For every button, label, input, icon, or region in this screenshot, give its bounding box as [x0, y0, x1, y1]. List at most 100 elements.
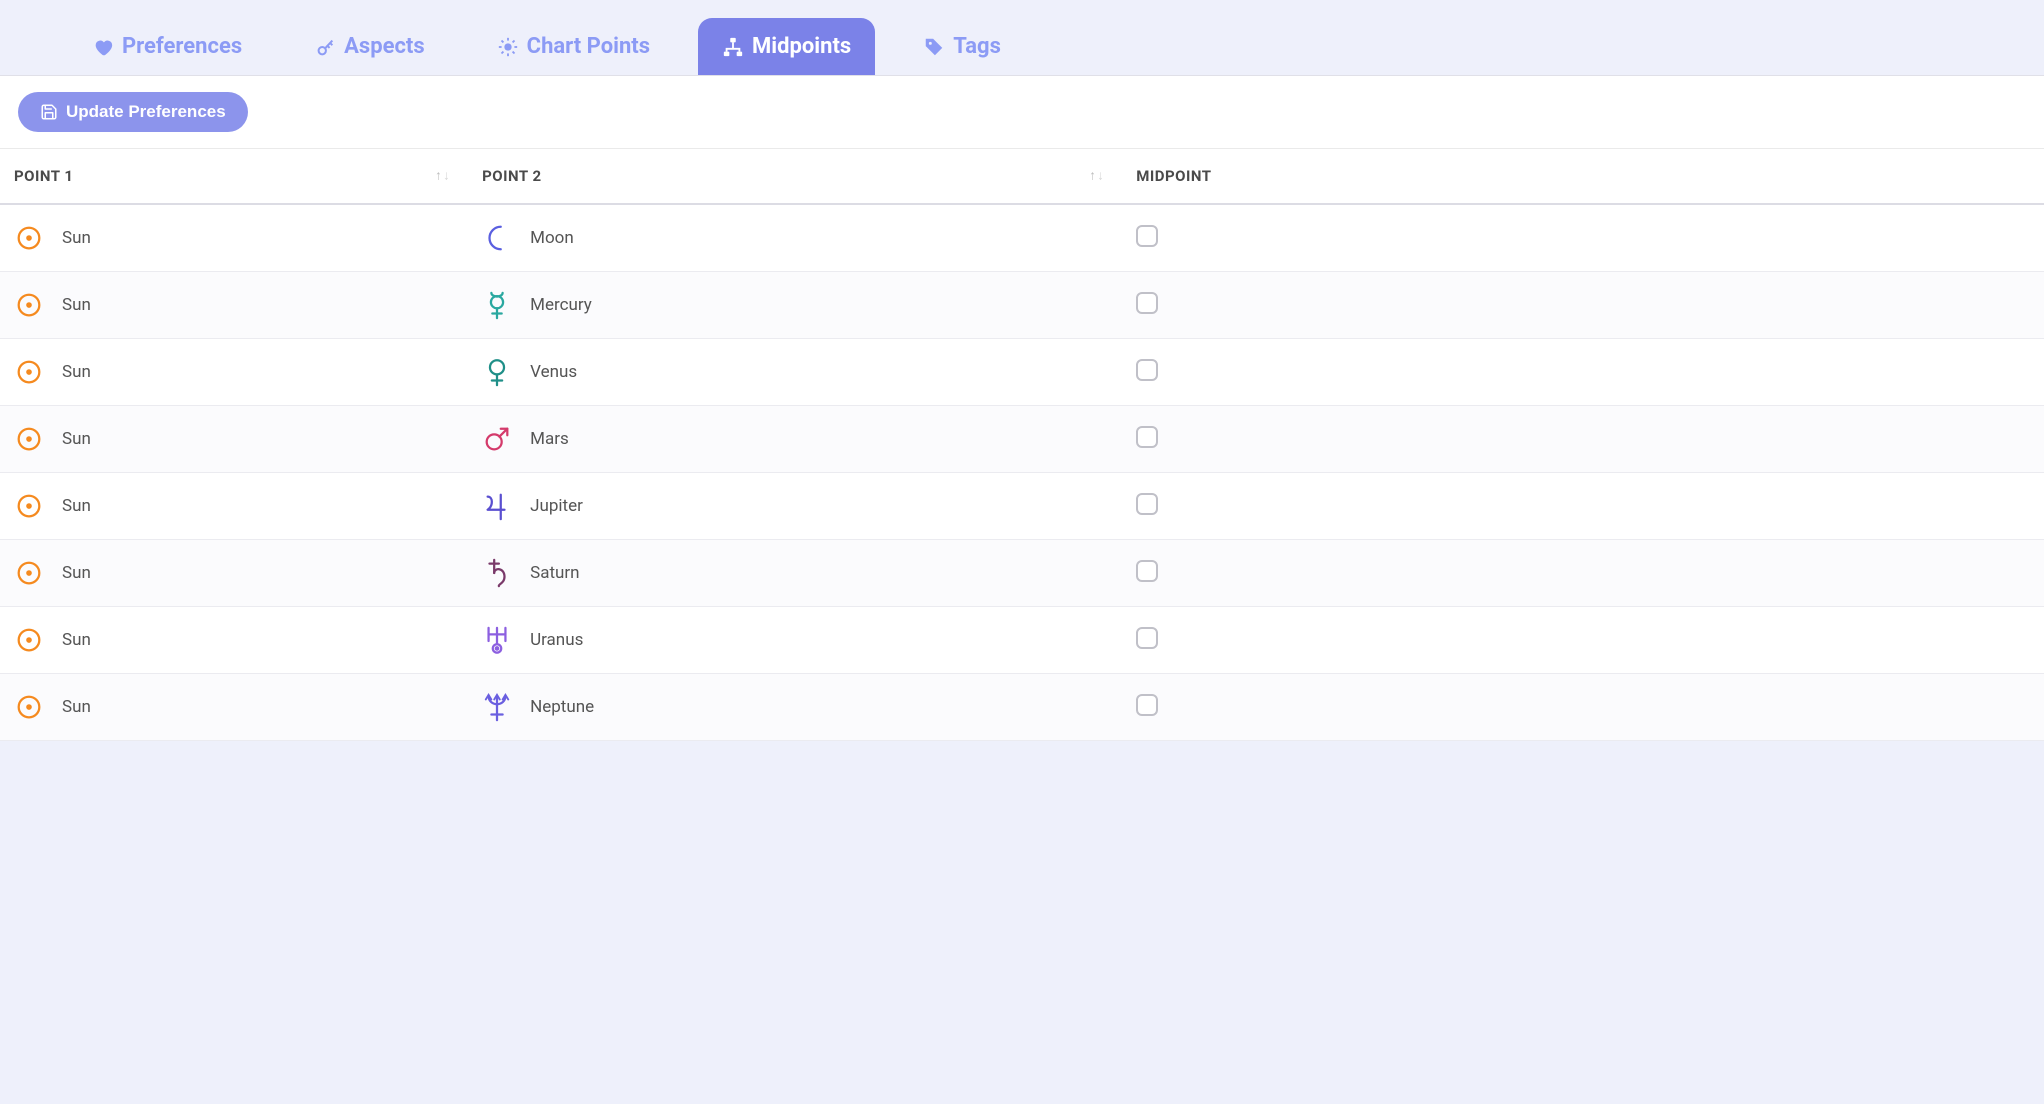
compass-icon — [314, 36, 336, 58]
midpoint-checkbox[interactable] — [1136, 426, 1158, 448]
cell-point2: Mercury — [470, 272, 1124, 339]
cell-point1: Sun — [0, 204, 470, 272]
sun-icon — [14, 223, 44, 253]
content-area: Update Preferences Point 1 ↑↓ Point 2 ↑↓… — [0, 76, 2044, 741]
table-row: Sun Jupiter — [0, 473, 2044, 540]
column-header-point1-label: Point 1 — [14, 167, 74, 185]
tab-label: Chart Points — [527, 34, 650, 59]
tabs-container: Preferences Aspects Chart Points Midpoints T… — [0, 0, 2044, 76]
table-row: Sun Venus — [0, 339, 2044, 406]
cell-point2: Saturn — [470, 540, 1124, 607]
tab-chart-points[interactable]: Chart Points — [473, 18, 674, 75]
cell-midpoint — [1124, 272, 2044, 339]
point2-label: Moon — [530, 228, 574, 248]
tabs: Preferences Aspects Chart Points Midpoints T… — [0, 18, 2044, 75]
cell-point1: Sun — [0, 272, 470, 339]
cell-midpoint — [1124, 473, 2044, 540]
jupiter-icon — [482, 491, 512, 521]
midpoint-checkbox[interactable] — [1136, 694, 1158, 716]
sun-icon — [14, 424, 44, 454]
cell-midpoint — [1124, 674, 2044, 741]
sun-icon — [14, 290, 44, 320]
point2-label: Mercury — [530, 295, 592, 315]
table-row: Sun Uranus — [0, 607, 2044, 674]
save-icon — [40, 103, 58, 121]
cell-point2: Neptune — [470, 674, 1124, 741]
gear-sun-icon — [497, 36, 519, 58]
cell-midpoint — [1124, 540, 2044, 607]
tab-label: Midpoints — [752, 34, 851, 59]
table-row: Sun Mars — [0, 406, 2044, 473]
sun-icon — [14, 625, 44, 655]
cell-midpoint — [1124, 339, 2044, 406]
venus-icon — [482, 357, 512, 387]
point2-label: Uranus — [530, 630, 583, 650]
point2-label: Saturn — [530, 563, 579, 583]
update-preferences-label: Update Preferences — [66, 102, 226, 122]
table-row: Sun Moon — [0, 204, 2044, 272]
cell-point1: Sun — [0, 339, 470, 406]
tab-tags[interactable]: Tags — [899, 18, 1025, 75]
point1-label: Sun — [62, 630, 91, 650]
midpoint-checkbox[interactable] — [1136, 225, 1158, 247]
tab-preferences[interactable]: Preferences — [68, 18, 266, 75]
cell-point1: Sun — [0, 406, 470, 473]
mars-icon — [482, 424, 512, 454]
sort-icon: ↑↓ — [435, 170, 450, 183]
cell-point1: Sun — [0, 674, 470, 741]
cell-point2: Mars — [470, 406, 1124, 473]
point1-label: Sun — [62, 563, 91, 583]
cell-midpoint — [1124, 406, 2044, 473]
uranus-icon — [482, 625, 512, 655]
midpoint-checkbox[interactable] — [1136, 493, 1158, 515]
cell-point1: Sun — [0, 473, 470, 540]
point2-label: Mars — [530, 429, 569, 449]
point2-label: Jupiter — [530, 496, 583, 516]
cell-point2: Moon — [470, 204, 1124, 272]
saturn-icon — [482, 558, 512, 588]
midpoints-table: Point 1 ↑↓ Point 2 ↑↓ Midpoint SunMoonSu… — [0, 149, 2044, 741]
point1-label: Sun — [62, 362, 91, 382]
sort-icon: ↑↓ — [1089, 170, 1104, 183]
cell-point1: Sun — [0, 607, 470, 674]
table-body: SunMoonSunMercurySunVenusSunMarsSunJupit… — [0, 204, 2044, 741]
table-row: Sun Saturn — [0, 540, 2044, 607]
cell-midpoint — [1124, 204, 2044, 272]
sun-icon — [14, 692, 44, 722]
cell-midpoint — [1124, 607, 2044, 674]
sitemap-icon — [722, 36, 744, 58]
point1-label: Sun — [62, 697, 91, 717]
midpoint-checkbox[interactable] — [1136, 359, 1158, 381]
heart-icon — [92, 36, 114, 58]
update-preferences-button[interactable]: Update Preferences — [18, 92, 248, 132]
sun-icon — [14, 357, 44, 387]
cell-point2: Jupiter — [470, 473, 1124, 540]
moon-icon — [482, 223, 512, 253]
midpoint-checkbox[interactable] — [1136, 292, 1158, 314]
column-header-point2[interactable]: Point 2 ↑↓ — [470, 149, 1124, 204]
midpoint-checkbox[interactable] — [1136, 627, 1158, 649]
column-header-midpoint: Midpoint — [1124, 149, 2044, 204]
tab-label: Preferences — [122, 34, 242, 59]
tags-icon — [923, 36, 945, 58]
column-header-point2-label: Point 2 — [482, 167, 542, 185]
column-header-point1[interactable]: Point 1 ↑↓ — [0, 149, 470, 204]
toolbar: Update Preferences — [0, 76, 2044, 149]
tab-midpoints[interactable]: Midpoints — [698, 18, 875, 75]
sun-icon — [14, 491, 44, 521]
tab-aspects[interactable]: Aspects — [290, 18, 449, 75]
table-row: Sun Neptune — [0, 674, 2044, 741]
tab-label: Aspects — [344, 34, 425, 59]
point1-label: Sun — [62, 496, 91, 516]
point1-label: Sun — [62, 429, 91, 449]
point1-label: Sun — [62, 295, 91, 315]
midpoint-checkbox[interactable] — [1136, 560, 1158, 582]
mercury-icon — [482, 290, 512, 320]
sun-icon — [14, 558, 44, 588]
cell-point2: Venus — [470, 339, 1124, 406]
point2-label: Neptune — [530, 697, 594, 717]
cell-point1: Sun — [0, 540, 470, 607]
table-row: Sun Mercury — [0, 272, 2044, 339]
cell-point2: Uranus — [470, 607, 1124, 674]
tab-label: Tags — [953, 34, 1001, 59]
